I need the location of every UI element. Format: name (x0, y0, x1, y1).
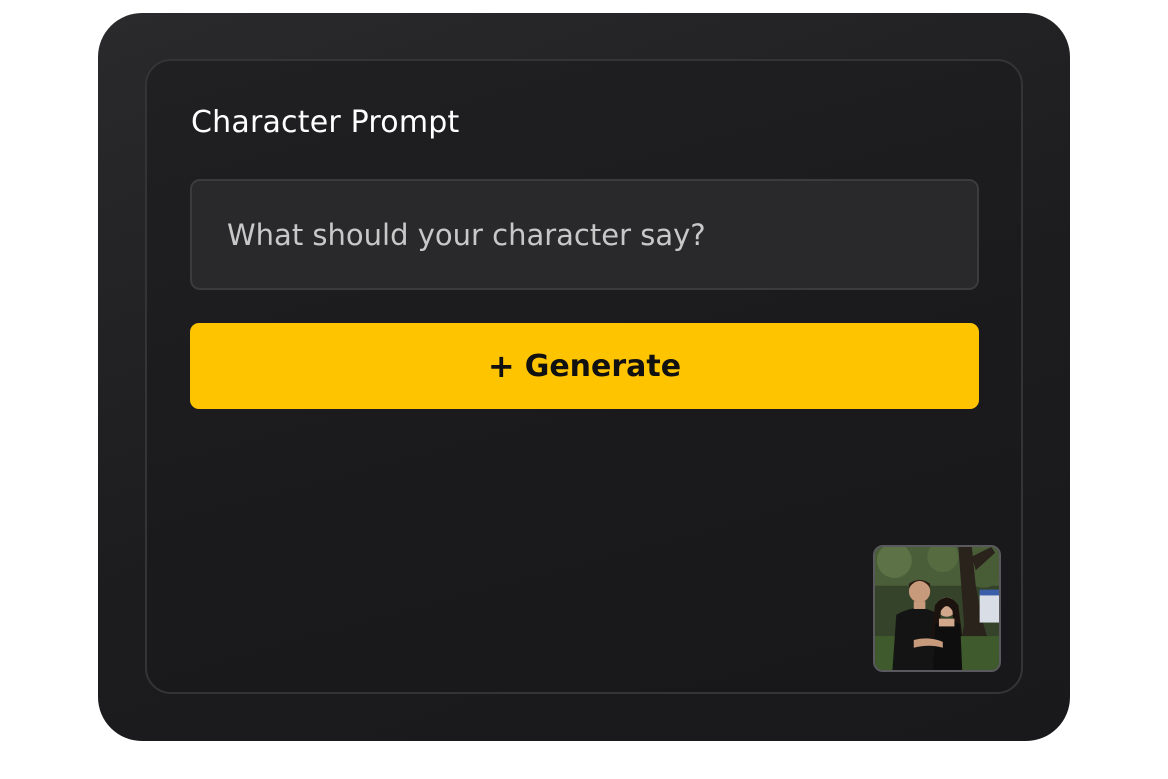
panel-title: Character Prompt (191, 105, 460, 140)
character-photo-thumbnail[interactable] (873, 545, 1001, 672)
character-prompt-panel: Character Prompt + Generate (145, 59, 1023, 694)
generate-button[interactable]: + Generate (190, 323, 979, 409)
generate-button-label: Generate (524, 348, 682, 384)
character-prompt-input[interactable] (190, 179, 979, 290)
character-card: Character Prompt + Generate (98, 13, 1070, 741)
photo-image (875, 547, 999, 670)
plus-icon: + (487, 347, 515, 385)
